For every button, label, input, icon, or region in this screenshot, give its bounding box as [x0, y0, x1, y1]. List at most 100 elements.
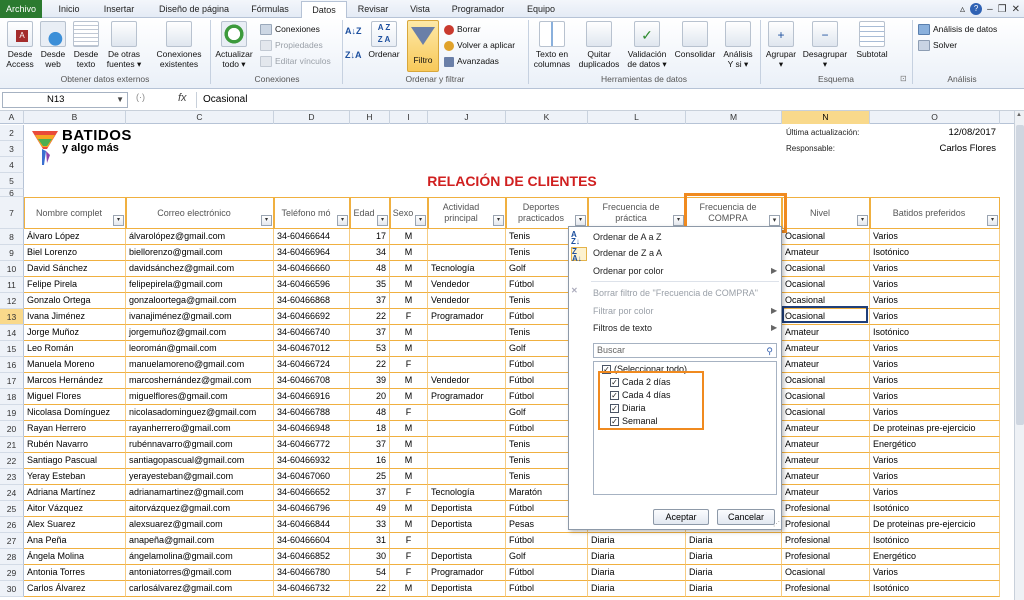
- filter-dropdown-icon[interactable]: ▾: [493, 215, 504, 226]
- ordenar-por-color-item[interactable]: Ordenar por color ▶: [593, 266, 779, 276]
- cell-batidos[interactable]: Varios: [870, 229, 1000, 245]
- cell-correo[interactable]: leoromán@gmail.com: [126, 341, 274, 357]
- tab-archivo[interactable]: Archivo: [0, 0, 42, 18]
- filter-dropdown-icon[interactable]: ▾: [987, 215, 998, 226]
- cell-batidos[interactable]: Varios: [870, 341, 1000, 357]
- ordenar-z-a-item[interactable]: Ordenar de Z a A: [593, 248, 662, 258]
- cell-actividad[interactable]: Deportista: [428, 581, 506, 597]
- conexiones-button[interactable]: Conexiones: [260, 24, 320, 36]
- cell-edad[interactable]: 22: [350, 357, 390, 373]
- row-header-6[interactable]: 6: [0, 189, 24, 197]
- cell-nombre[interactable]: Santiago Pascual: [24, 453, 126, 469]
- sort-desc-icon[interactable]: Z↓A: [345, 50, 362, 61]
- cell-nombre[interactable]: Ivana Jiménez: [24, 309, 126, 325]
- row-header-3[interactable]: 3: [0, 141, 24, 157]
- tab-formulas[interactable]: Fórmulas: [244, 1, 296, 18]
- cell-nivel[interactable]: Ocasional: [782, 277, 870, 293]
- solver-button[interactable]: Solver: [918, 40, 957, 52]
- filtros-texto-item[interactable]: Filtros de texto ▶: [593, 323, 779, 333]
- cell-edad[interactable]: 22: [350, 581, 390, 597]
- row-header-27[interactable]: 27: [0, 533, 24, 549]
- checkbox[interactable]: ✓: [610, 390, 619, 400]
- cell-telefono[interactable]: 34-60466852: [274, 549, 350, 565]
- formula-bar-handle[interactable]: (·): [136, 92, 145, 102]
- cell-actividad[interactable]: [428, 229, 506, 245]
- tab-vista[interactable]: Vista: [400, 1, 440, 18]
- cell-correo[interactable]: ivanajiménez@gmail.com: [126, 309, 274, 325]
- cell-nombre[interactable]: Jorge Muñoz: [24, 325, 126, 341]
- cell-edad[interactable]: 17: [350, 229, 390, 245]
- otras-fuentes-button[interactable]: De otras fuentes ▾: [104, 21, 144, 69]
- help-icon[interactable]: ?: [970, 3, 983, 15]
- cell-sexo[interactable]: M: [390, 341, 428, 357]
- cell-batidos[interactable]: De proteinas pre-ejercicio: [870, 517, 1000, 533]
- cell-sexo[interactable]: M: [390, 437, 428, 453]
- filter-search-input[interactable]: Buscar ⚲: [593, 343, 777, 358]
- cell-telefono[interactable]: 34-60467012: [274, 341, 350, 357]
- filter-value-item[interactable]: ✓ Semanal: [610, 416, 658, 426]
- texto-columnas-button[interactable]: Texto en columnas: [531, 21, 573, 69]
- tab-insertar[interactable]: Insertar: [96, 1, 142, 18]
- cell-telefono[interactable]: 34-60466732: [274, 581, 350, 597]
- cell-nombre[interactable]: Rayan Herrero: [24, 421, 126, 437]
- column-header-o[interactable]: O: [870, 111, 1000, 124]
- cell-correo[interactable]: adrianamartinez@gmail.com: [126, 485, 274, 501]
- cell-sexo[interactable]: M: [390, 421, 428, 437]
- cell-actividad[interactable]: Programador: [428, 309, 506, 325]
- cell-nombre[interactable]: Gonzalo Ortega: [24, 293, 126, 309]
- volver-aplicar-button[interactable]: Volver a aplicar: [444, 40, 515, 51]
- row-header-19[interactable]: 19: [0, 405, 24, 421]
- cell-nivel[interactable]: Amateur: [782, 469, 870, 485]
- desde-web-button[interactable]: Desde web: [37, 21, 69, 69]
- cell-nombre[interactable]: Antonia Torres: [24, 565, 126, 581]
- filtro-button[interactable]: Filtro: [407, 20, 439, 72]
- cell-edad[interactable]: 48: [350, 405, 390, 421]
- row-header-29[interactable]: 29: [0, 565, 24, 581]
- cell-frec-compra[interactable]: Diaria: [686, 533, 782, 549]
- cell-sexo[interactable]: F: [390, 565, 428, 581]
- cell-telefono[interactable]: 34-60466708: [274, 373, 350, 389]
- cell-telefono[interactable]: 34-60467060: [274, 469, 350, 485]
- filter-value-item[interactable]: ✓ Cada 4 días: [610, 390, 671, 400]
- cancelar-button[interactable]: Cancelar: [717, 509, 775, 525]
- cell-edad[interactable]: 34: [350, 245, 390, 261]
- row-header-4[interactable]: 4: [0, 157, 24, 173]
- cell-frec-practica[interactable]: Diaria: [588, 549, 686, 565]
- borrar-filtro-item[interactable]: Borrar filtro de "Frecuencia de COMPRA": [593, 288, 758, 298]
- cell-nombre[interactable]: Miguel Flores: [24, 389, 126, 405]
- filter-dropdown-icon[interactable]: ▾: [673, 215, 684, 226]
- cell-nivel[interactable]: Ocasional: [782, 293, 870, 309]
- row-header-7[interactable]: 7: [0, 197, 24, 229]
- cell-correo[interactable]: carlosálvarez@gmail.com: [126, 581, 274, 597]
- cell-sexo[interactable]: F: [390, 533, 428, 549]
- cell-sexo[interactable]: M: [390, 261, 428, 277]
- cell-edad[interactable]: 49: [350, 501, 390, 517]
- cell-edad[interactable]: 37: [350, 437, 390, 453]
- filter-dropdown-icon[interactable]: ▾: [113, 215, 124, 226]
- cell-nivel[interactable]: Ocasional: [782, 565, 870, 581]
- cell-nivel[interactable]: Profesional: [782, 533, 870, 549]
- row-header-23[interactable]: 23: [0, 469, 24, 485]
- filter-values-list[interactable]: ✓ (Seleccionar todo) ✓ Cada 2 días ✓ Cada 4 d…: [593, 361, 777, 495]
- cell-actividad[interactable]: Deportista: [428, 549, 506, 565]
- cell-edad[interactable]: 39: [350, 373, 390, 389]
- cell-nombre[interactable]: Aitor Vázquez: [24, 501, 126, 517]
- cell-edad[interactable]: 25: [350, 469, 390, 485]
- desagrupar-button[interactable]: − Desagrupar ▾: [800, 21, 850, 69]
- cell-nombre[interactable]: David Sánchez: [24, 261, 126, 277]
- cell-telefono[interactable]: 34-60466652: [274, 485, 350, 501]
- cell-telefono[interactable]: 34-60466916: [274, 389, 350, 405]
- column-header-m[interactable]: M: [686, 111, 782, 124]
- row-header-21[interactable]: 21: [0, 437, 24, 453]
- cell-sexo[interactable]: F: [390, 405, 428, 421]
- cell-nombre[interactable]: Rubén Navarro: [24, 437, 126, 453]
- row-header-11[interactable]: 11: [0, 277, 24, 293]
- conexiones-existentes-button[interactable]: Conexiones existentes: [150, 21, 208, 69]
- cell-correo[interactable]: álvarolópez@gmail.com: [126, 229, 274, 245]
- row-header-26[interactable]: 26: [0, 517, 24, 533]
- cell-actividad[interactable]: Tecnología: [428, 261, 506, 277]
- cell-actividad[interactable]: [428, 405, 506, 421]
- cell-sexo[interactable]: M: [390, 581, 428, 597]
- ordenar-button[interactable]: A ZZ A Ordenar: [368, 21, 400, 59]
- cell-edad[interactable]: 37: [350, 485, 390, 501]
